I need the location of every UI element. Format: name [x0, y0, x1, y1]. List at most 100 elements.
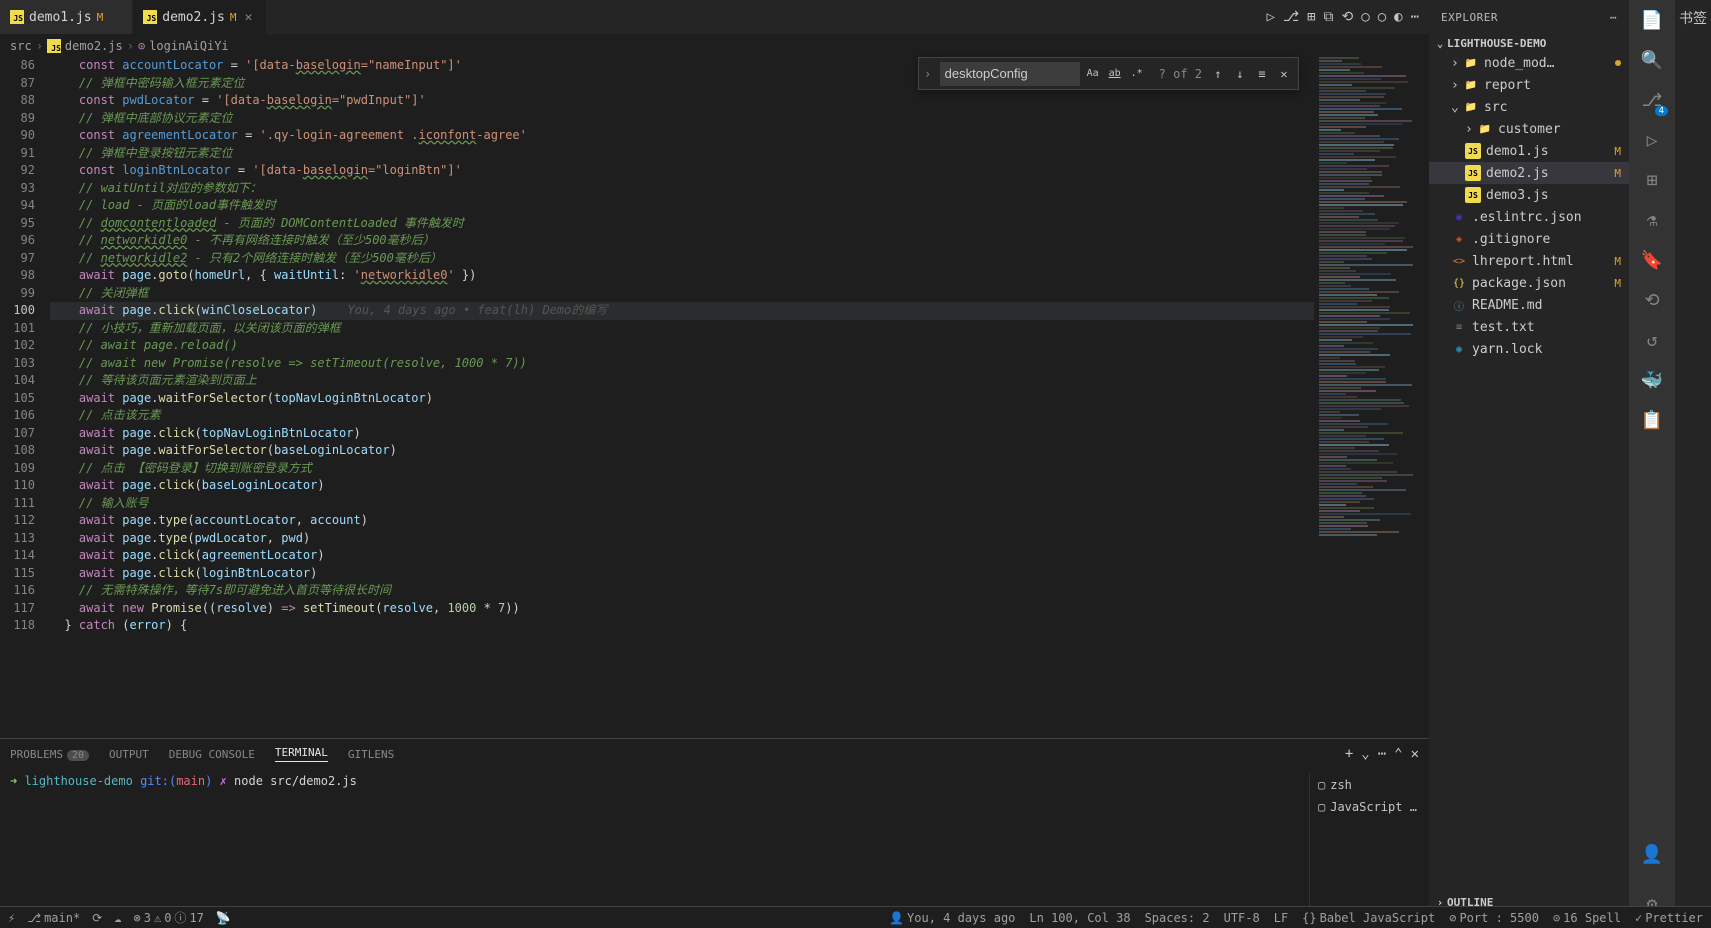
tree-item-test.txt[interactable]: ≡test.txt	[1429, 316, 1629, 338]
find-input[interactable]	[940, 62, 1080, 86]
tree-item-customer[interactable]: ›📁customer	[1429, 118, 1629, 140]
sync-button[interactable]: ⟳	[92, 911, 102, 925]
match-case-button[interactable]: Aa	[1083, 64, 1103, 84]
code-line-104[interactable]: // 等待该页面元素渲染到页面上	[50, 372, 1314, 390]
code-line-118[interactable]: } catch (error) {	[50, 617, 1314, 635]
panel-maximize-button[interactable]: ⌃	[1394, 746, 1402, 762]
code-line-95[interactable]: // domcontentloaded - 页面的 DOMContentLoad…	[50, 215, 1314, 233]
broadcast-button[interactable]: 📡	[216, 911, 231, 925]
tree-item-README.md[interactable]: ⓘREADME.md	[1429, 294, 1629, 316]
sync-activity[interactable]: ↺	[1638, 326, 1666, 354]
breadcrumb-file[interactable]: demo2.js	[65, 39, 123, 53]
breadcrumb[interactable]: src › JS demo2.js › ⊙ loginAiQiYi	[0, 35, 1429, 57]
code-line-102[interactable]: // await page.reload()	[50, 337, 1314, 355]
editor-action-5[interactable]: ○	[1361, 9, 1369, 25]
cursor-position[interactable]: Ln 100, Col 38	[1029, 911, 1130, 925]
code-line-88[interactable]: const pwdLocator = '[data-baselogin="pwd…	[50, 92, 1314, 110]
tree-item-node_mod…[interactable]: ›📁node_mod…	[1429, 52, 1629, 74]
problems-status[interactable]: ⊗ 3 ⚠ 0 ⓘ 17	[133, 909, 203, 926]
find-close-button[interactable]: ✕	[1274, 64, 1294, 84]
code-line-92[interactable]: const loginBtnLocator = '[data-baselogin…	[50, 162, 1314, 180]
close-icon[interactable]: ✕	[242, 10, 256, 25]
terminal-dropdown-button[interactable]: ⌄	[1361, 746, 1369, 762]
search-activity[interactable]: 🔍	[1638, 46, 1666, 74]
find-prev-button[interactable]: ↑	[1208, 64, 1228, 84]
chevron-right-icon[interactable]: ›	[919, 58, 937, 89]
code-line-89[interactable]: // 弹框中底部协议元素定位	[50, 110, 1314, 128]
code-line-105[interactable]: await page.waitForSelector(topNavLoginBt…	[50, 390, 1314, 408]
code-line-99[interactable]: // 关闭弹框	[50, 285, 1314, 303]
tree-item-src[interactable]: ⌄📁src	[1429, 96, 1629, 118]
tree-item-demo1.js[interactable]: JSdemo1.jsM	[1429, 140, 1629, 162]
code-line-113[interactable]: await page.type(pwdLocator, pwd)	[50, 530, 1314, 548]
bookmark-icon[interactable]: 书签	[1679, 8, 1707, 28]
gitlens-activity[interactable]: ⟲	[1638, 286, 1666, 314]
prettier-status[interactable]: ✓ Prettier	[1635, 911, 1703, 925]
code-area[interactable]: const accountLocator = '[data-baselogin=…	[50, 57, 1314, 738]
code-line-115[interactable]: await page.click(loginBtnLocator)	[50, 565, 1314, 583]
code-line-107[interactable]: await page.click(topNavLoginBtnLocator)	[50, 425, 1314, 443]
code-line-110[interactable]: await page.click(baseLoginLocator)	[50, 477, 1314, 495]
code-line-100[interactable]: await page.click(winCloseLocator)You, 4 …	[50, 302, 1314, 320]
encoding-status[interactable]: UTF-8	[1224, 911, 1260, 925]
spaces-status[interactable]: Spaces: 2	[1145, 911, 1210, 925]
find-next-button[interactable]: ↓	[1230, 64, 1250, 84]
tree-item-yarn.lock[interactable]: ◉yarn.lock	[1429, 338, 1629, 360]
code-line-109[interactable]: // 点击 【密码登录】切换到账密登录方式	[50, 460, 1314, 478]
test-activity[interactable]: ⚗	[1638, 206, 1666, 234]
extensions-activity[interactable]: ⊞	[1638, 166, 1666, 194]
editor-action-1[interactable]: ⎇	[1283, 9, 1299, 25]
tree-item-.gitignore[interactable]: ◈.gitignore	[1429, 228, 1629, 250]
panel-tab-terminal[interactable]: TERMINAL	[275, 746, 328, 762]
tree-item-demo3.js[interactable]: JSdemo3.js	[1429, 184, 1629, 206]
panel-close-button[interactable]: ✕	[1411, 746, 1419, 762]
code-line-114[interactable]: await page.click(agreementLocator)	[50, 547, 1314, 565]
minimap[interactable]	[1314, 57, 1429, 738]
breadcrumb-src[interactable]: src	[10, 39, 32, 53]
code-line-97[interactable]: // networkidle2 - 只有2个网络连接时触发（至少500毫秒后）	[50, 250, 1314, 268]
panel-tab-debug console[interactable]: DEBUG CONSOLE	[169, 748, 255, 761]
editor-action-7[interactable]: ◐	[1394, 9, 1402, 25]
code-line-90[interactable]: const agreementLocator = '.qy-login-agre…	[50, 127, 1314, 145]
tree-item-.eslintrc.json[interactable]: ◉.eslintrc.json	[1429, 206, 1629, 228]
terminal-tab[interactable]: ▢JavaScript …	[1318, 796, 1419, 818]
port-status[interactable]: ⊘ Port : 5500	[1449, 911, 1539, 925]
editor-action-4[interactable]: ⟲	[1342, 9, 1354, 25]
editor-action-3[interactable]: ⧉	[1324, 9, 1334, 25]
eol-status[interactable]: LF	[1274, 911, 1288, 925]
code-line-116[interactable]: // 无需特殊操作，等待7s即可避免进入首页等待很长时间	[50, 582, 1314, 600]
terminal-tab[interactable]: ▢zsh	[1318, 774, 1419, 796]
code-line-94[interactable]: // load - 页面的load事件触发时	[50, 197, 1314, 215]
source-control-activity[interactable]: ⎇4	[1638, 86, 1666, 114]
notes-activity[interactable]: 📋	[1638, 406, 1666, 434]
explorer-activity[interactable]: 📄	[1638, 6, 1666, 34]
bookmarks-activity[interactable]: 🔖	[1638, 246, 1666, 274]
project-section[interactable]: ⌄ LIGHTHOUSE-DEMO	[1429, 35, 1629, 52]
tab-demo2.js[interactable]: JSdemo2.jsM✕	[133, 0, 266, 34]
code-line-91[interactable]: // 弹框中登录按钮元素定位	[50, 145, 1314, 163]
match-word-button[interactable]: ab	[1105, 64, 1125, 84]
editor-action-2[interactable]: ⊞	[1307, 9, 1315, 25]
panel-tab-output[interactable]: OUTPUT	[109, 748, 149, 761]
tree-item-package.json[interactable]: {}package.jsonM	[1429, 272, 1629, 294]
code-line-93[interactable]: // waitUntil对应的参数如下：	[50, 180, 1314, 198]
code-line-117[interactable]: await new Promise((resolve) => setTimeou…	[50, 600, 1314, 618]
terminal-new-button[interactable]: +	[1345, 746, 1353, 762]
regex-button[interactable]: .*	[1127, 64, 1147, 84]
find-selection-button[interactable]: ≡	[1252, 64, 1272, 84]
docker-activity[interactable]: 🐳	[1638, 366, 1666, 394]
blame-status[interactable]: 👤 You, 4 days ago	[889, 911, 1015, 925]
tab-demo1.js[interactable]: JSdemo1.jsM	[0, 0, 133, 34]
editor[interactable]: 8687888990919293949596979899100101102103…	[0, 57, 1429, 738]
tree-item-lhreport.html[interactable]: <>lhreport.htmlM	[1429, 250, 1629, 272]
tree-item-report[interactable]: ›📁report	[1429, 74, 1629, 96]
tree-item-demo2.js[interactable]: JSdemo2.jsM	[1429, 162, 1629, 184]
code-line-106[interactable]: // 点击该元素	[50, 407, 1314, 425]
code-line-103[interactable]: // await new Promise(resolve => setTimeo…	[50, 355, 1314, 373]
code-line-111[interactable]: // 输入账号	[50, 495, 1314, 513]
terminal-more-button[interactable]: ⋯	[1378, 746, 1386, 762]
branch-status[interactable]: ⎇ main*	[27, 911, 80, 925]
code-line-101[interactable]: // 小技巧，重新加载页面，以关闭该页面的弹框	[50, 320, 1314, 338]
panel-tab-gitlens[interactable]: GITLENS	[348, 748, 394, 761]
editor-action-6[interactable]: ○	[1378, 9, 1386, 25]
